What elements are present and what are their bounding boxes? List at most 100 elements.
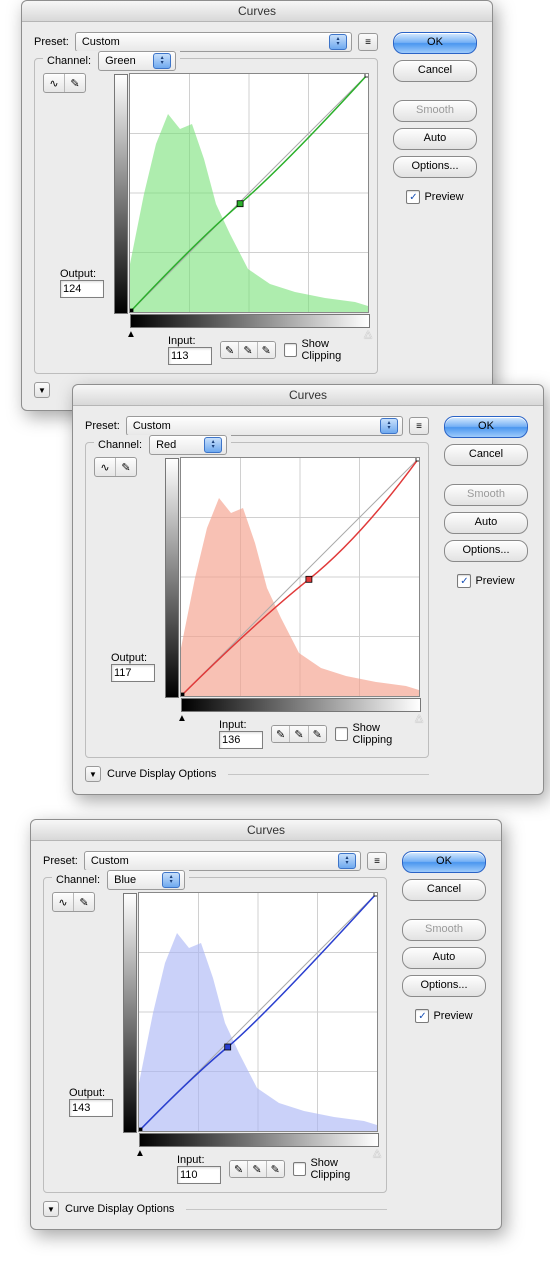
black-eyedropper-icon[interactable]: ✎ [221,342,239,358]
divider [228,774,429,775]
curve-display-options-disclosure[interactable]: ▼ Curve Display Options [43,1201,387,1217]
divider [186,1209,387,1210]
auto-button[interactable]: Auto [402,947,486,969]
output-label: Output: [60,268,104,280]
curve-pencil-tool-icon[interactable]: ✎ [65,74,85,92]
preset-select[interactable]: Custom ▴▾ [75,32,352,52]
preview-label: Preview [475,575,514,587]
curve-point-mid[interactable] [306,576,312,582]
button-column: OK Cancel Smooth Auto Options... ✓ Previ… [390,32,480,398]
curve-display-options-disclosure[interactable]: ▼ Curve Display Options [85,766,429,782]
output-gradient [114,74,128,314]
smooth-button[interactable]: Smooth [402,919,486,941]
auto-button[interactable]: Auto [393,128,477,150]
input-gradient [130,314,370,328]
disclosure-label: Curve Display Options [65,1203,174,1215]
ok-button[interactable]: OK [393,32,477,54]
output-field[interactable] [60,280,104,298]
channel-select[interactable]: Blue ▴▾ [107,870,185,890]
smooth-button[interactable]: Smooth [393,100,477,122]
curve-graph[interactable]: ▲ △ Output: [180,457,420,697]
preview-checkbox[interactable]: ✓ Preview [457,574,514,588]
curve-point-white[interactable] [365,74,368,77]
cancel-button[interactable]: Cancel [444,444,528,466]
preset-select[interactable]: Custom ▴▾ [126,416,403,436]
preview-checkbox[interactable]: ✓ Preview [415,1009,472,1023]
white-eyedropper-icon[interactable]: ✎ [258,342,275,358]
preview-checkbox[interactable]: ✓ Preview [406,190,463,204]
curve-graph[interactable]: ▲ △ Output: [138,892,378,1132]
show-clipping-checkbox[interactable]: Show Clipping [284,338,369,362]
input-field[interactable] [219,731,263,749]
preset-select[interactable]: Custom ▴▾ [84,851,361,871]
preset-menu-button[interactable]: ≡ [367,852,387,870]
input-field[interactable] [177,1166,221,1184]
chevron-updown-icon: ▴▾ [204,437,222,453]
input-gradient [139,1133,379,1147]
options-button[interactable]: Options... [393,156,477,178]
curve-pencil-tool-icon[interactable]: ✎ [116,458,136,476]
options-button[interactable]: Options... [444,540,528,562]
white-slider-icon[interactable]: △ [364,329,372,340]
checkbox-icon [293,1162,307,1176]
input-gradient [181,698,421,712]
channel-label: Channel: [56,874,100,886]
disclosure-label: Curve Display Options [107,768,216,780]
ok-button[interactable]: OK [444,416,528,438]
black-eyedropper-icon[interactable]: ✎ [230,1161,248,1177]
gray-eyedropper-icon[interactable]: ✎ [290,726,308,742]
auto-button[interactable]: Auto [444,512,528,534]
black-slider-icon[interactable]: ▲ [177,713,187,724]
curve-point-tool-icon[interactable]: ∿ [53,893,74,911]
output-gradient [123,893,137,1133]
curve-point-black[interactable] [181,693,184,696]
output-field[interactable] [69,1099,113,1117]
smooth-button[interactable]: Smooth [444,484,528,506]
preset-label: Preset: [34,36,69,48]
curve-point-black[interactable] [130,309,133,312]
chevron-updown-icon: ▴▾ [338,853,356,869]
output-field[interactable] [111,664,155,682]
curve-point-white[interactable] [416,458,419,461]
curve-pencil-tool-icon[interactable]: ✎ [74,893,94,911]
options-button[interactable]: Options... [402,975,486,997]
curve-point-mid[interactable] [237,201,243,207]
preset-menu-button[interactable]: ≡ [409,417,429,435]
black-slider-icon[interactable]: ▲ [135,1148,145,1159]
ok-button[interactable]: OK [402,851,486,873]
channel-value: Green [105,55,136,67]
channel-value: Red [156,439,176,451]
checkbox-icon: ✓ [415,1009,429,1023]
cancel-button[interactable]: Cancel [402,879,486,901]
dialog-title: Curves [31,820,501,841]
show-clipping-checkbox[interactable]: Show Clipping [335,722,420,746]
channel-label: Channel: [47,55,91,67]
input-label: Input: [219,719,263,731]
curve-point-tool-icon[interactable]: ∿ [44,74,65,92]
gray-eyedropper-icon[interactable]: ✎ [248,1161,266,1177]
curves-dialog-blue: Curves Preset: Custom ▴▾ ≡ Channel: Blue [30,819,502,1230]
black-slider-icon[interactable]: ▲ [126,329,136,340]
white-eyedropper-icon[interactable]: ✎ [267,1161,284,1177]
input-field[interactable] [168,347,212,365]
curve-point-black[interactable] [139,1128,142,1131]
curve-point-white[interactable] [374,893,377,896]
show-clipping-checkbox[interactable]: Show Clipping [293,1157,378,1181]
curve-tool-group: ∿ ✎ [94,457,137,477]
preset-value: Custom [82,36,120,48]
channel-select[interactable]: Green ▴▾ [98,51,176,71]
curve-point-tool-icon[interactable]: ∿ [95,458,116,476]
preview-label: Preview [424,191,463,203]
curve-point-mid[interactable] [225,1044,231,1050]
white-eyedropper-icon[interactable]: ✎ [309,726,326,742]
chevron-updown-icon: ▴▾ [380,418,398,434]
cancel-button[interactable]: Cancel [393,60,477,82]
white-slider-icon[interactable]: △ [415,713,423,724]
gray-eyedropper-icon[interactable]: ✎ [239,342,257,358]
black-eyedropper-icon[interactable]: ✎ [272,726,290,742]
channel-select[interactable]: Red ▴▾ [149,435,227,455]
preset-label: Preset: [85,420,120,432]
curve-graph[interactable]: ▲ △ Output: [129,73,369,313]
preset-menu-button[interactable]: ≡ [358,33,378,51]
white-slider-icon[interactable]: △ [373,1148,381,1159]
